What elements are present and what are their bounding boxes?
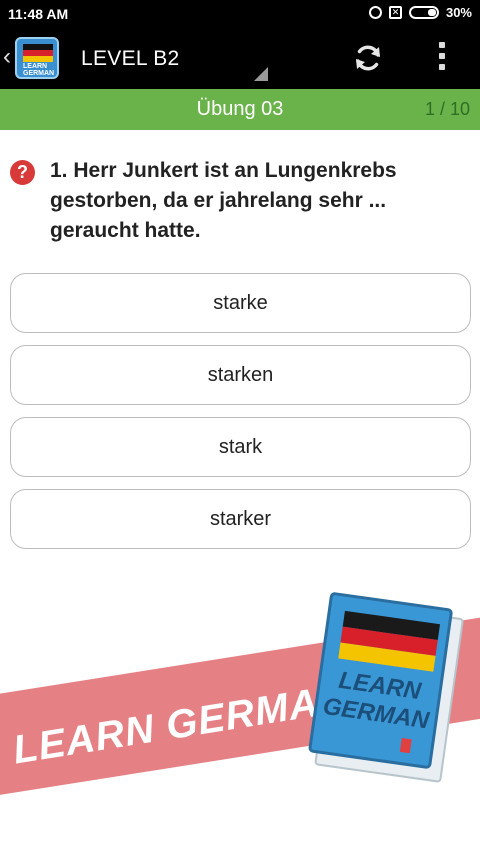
status-bar: 11:48 AM ✕ 30% bbox=[0, 0, 480, 28]
lesson-header: Übung 03 1 / 10 bbox=[0, 89, 480, 130]
logo-flag-gold bbox=[23, 56, 53, 62]
refresh-icon[interactable] bbox=[352, 42, 384, 74]
app-logo[interactable]: LEARN GERMAN bbox=[15, 37, 59, 79]
dropdown-caret-icon[interactable] bbox=[254, 67, 268, 81]
answer-list: starke starken stark starker bbox=[10, 273, 471, 561]
sim-icon: ✕ bbox=[388, 6, 402, 19]
status-icons: ✕ 30% bbox=[368, 5, 472, 20]
bookmark-icon bbox=[399, 737, 412, 754]
battery-icon bbox=[408, 6, 439, 19]
answer-option-4[interactable]: starker bbox=[10, 489, 471, 549]
logo-text: LEARN GERMAN bbox=[23, 63, 55, 77]
book-cover: LEARN GERMAN bbox=[307, 591, 454, 770]
overflow-menu-icon[interactable] bbox=[432, 42, 452, 74]
app-bar: ‹ LEARN GERMAN LEVEL B2 bbox=[0, 28, 480, 89]
level-selector[interactable]: LEVEL B2 bbox=[81, 47, 180, 71]
back-icon[interactable]: ‹ bbox=[3, 43, 11, 71]
status-time: 11:48 AM bbox=[8, 6, 69, 22]
question-counter: 1 / 10 bbox=[424, 99, 470, 119]
answer-option-2[interactable]: starken bbox=[10, 345, 471, 405]
answer-option-1[interactable]: starke bbox=[10, 273, 471, 333]
battery-level: 30% bbox=[445, 5, 472, 20]
book-illustration: LEARN GERMAN bbox=[307, 591, 465, 783]
help-icon[interactable]: ? bbox=[10, 160, 35, 185]
question-text: 1. Herr Junkert ist an Lungenkrebs gesto… bbox=[50, 159, 397, 242]
answer-option-3[interactable]: stark bbox=[10, 417, 471, 477]
lesson-title: Übung 03 bbox=[196, 98, 284, 120]
alarm-icon bbox=[368, 6, 382, 19]
